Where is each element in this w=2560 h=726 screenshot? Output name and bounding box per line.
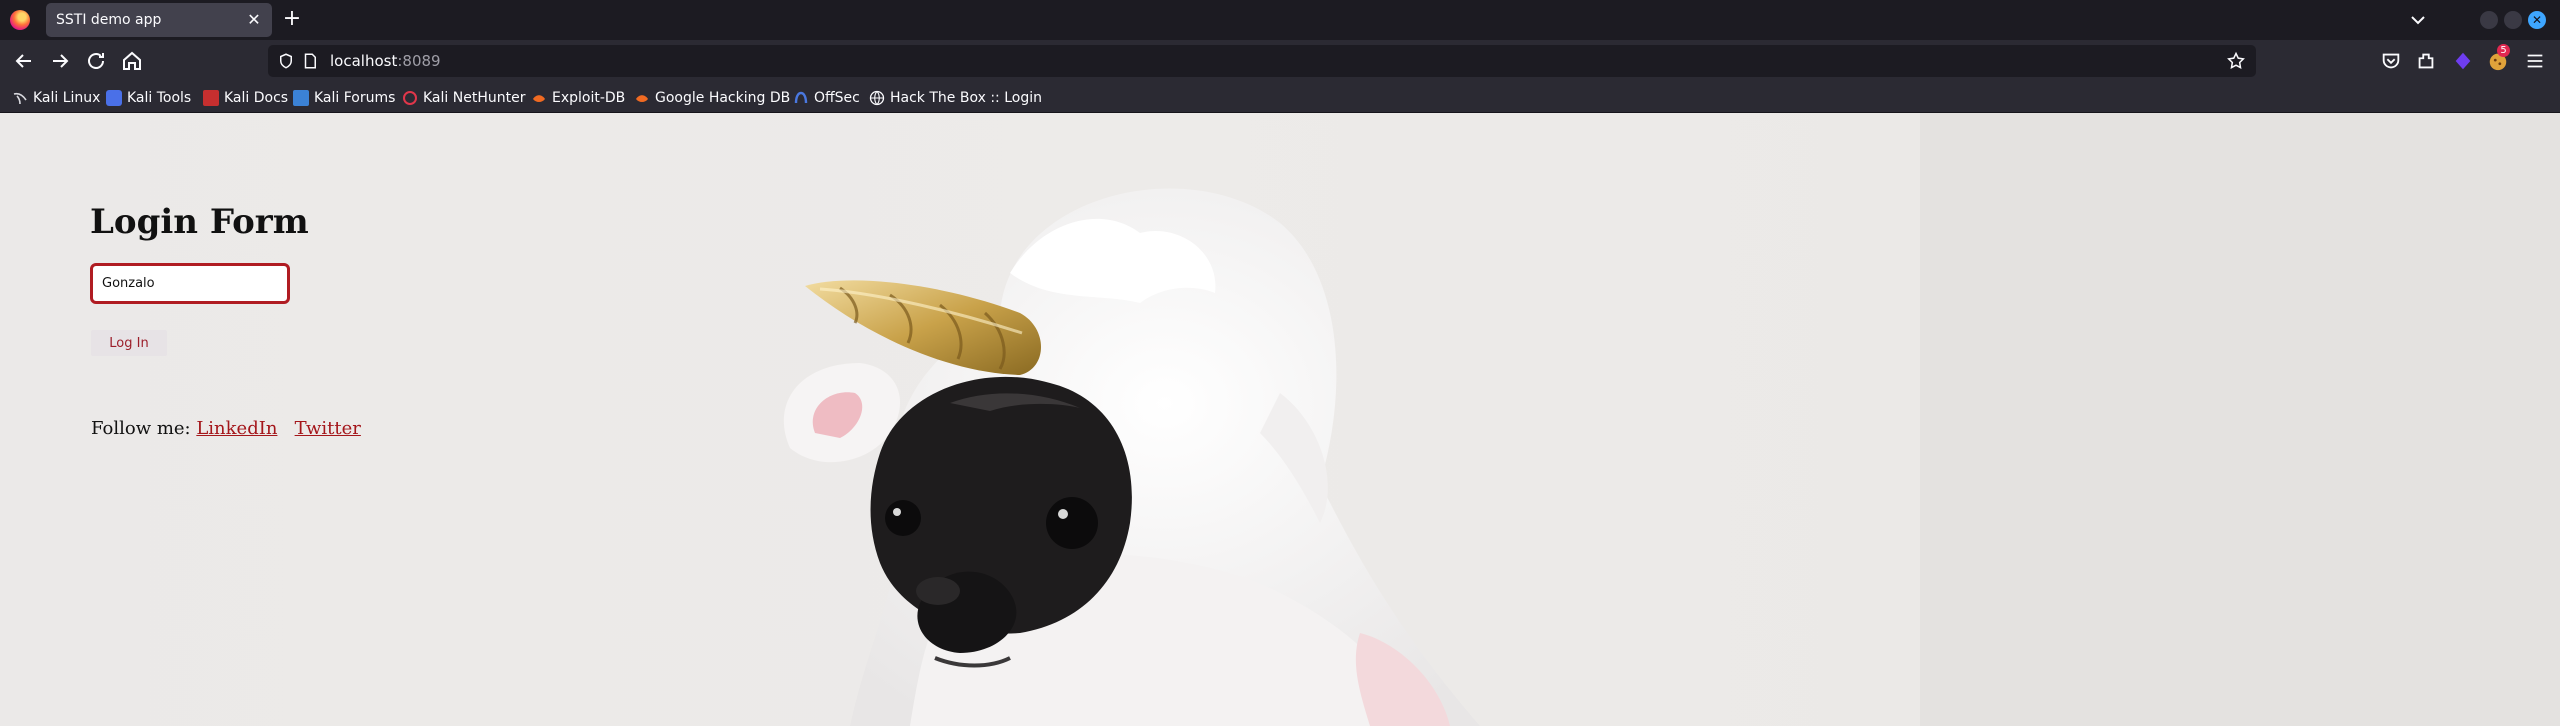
bookmark-label: Kali Docs [224, 90, 289, 106]
reload-icon[interactable] [84, 49, 108, 73]
bookmark-label: Hack The Box :: Login [890, 90, 1042, 106]
window-maximize-button[interactable] [2504, 11, 2522, 29]
extensions-icon[interactable] [2415, 50, 2437, 72]
bookmark-offsec[interactable]: OffSec [793, 88, 860, 108]
bookmark-label: Kali Linux [33, 90, 101, 106]
kali-docs-icon [203, 90, 219, 106]
pocket-icon[interactable] [2380, 50, 2402, 72]
tracking-shield-icon[interactable] [277, 52, 295, 70]
username-input[interactable] [90, 263, 290, 304]
log-in-button[interactable]: Log In [91, 330, 167, 356]
pug-unicorn-photo [783, 188, 1480, 726]
nethunter-icon [402, 90, 418, 106]
bookmark-label: Google Hacking DB [655, 90, 791, 106]
navigation-bar: localhost:8089 5 [0, 40, 2560, 82]
globe-icon [869, 90, 885, 106]
page-info-icon[interactable] [301, 52, 319, 70]
proxy-extension-icon[interactable] [2452, 50, 2474, 72]
tab-title: SSTI demo app [56, 12, 162, 28]
extension-badge: 5 [2497, 44, 2510, 57]
home-icon[interactable] [120, 49, 144, 73]
cookie-extension-icon[interactable]: 5 [2487, 44, 2510, 72]
bookmark-kali-docs[interactable]: Kali Docs [203, 88, 288, 108]
tab-list-chevron-icon[interactable] [2406, 8, 2430, 32]
ghdb-icon [634, 90, 650, 106]
url-host: localhost [330, 52, 398, 70]
login-form-title: Login Form [90, 202, 309, 242]
bookmark-star-icon[interactable] [2226, 51, 2246, 71]
kali-tools-icon [106, 90, 122, 106]
bookmark-label: Exploit-DB [552, 90, 626, 106]
window-minimize-button[interactable] [2480, 11, 2498, 29]
bookmark-hack-the-box[interactable]: Hack The Box :: Login [869, 88, 1042, 108]
bookmark-kali-forums[interactable]: Kali Forums [293, 88, 395, 108]
url-port: :8089 [397, 52, 441, 70]
forward-icon[interactable] [48, 49, 72, 73]
bookmark-label: Kali NetHunter [423, 90, 526, 106]
twitter-link[interactable]: Twitter [295, 418, 361, 439]
firefox-logo-icon[interactable] [10, 10, 30, 30]
kali-dragon-icon [12, 90, 28, 106]
page-content: Login Form Log In Follow me: LinkedIn Tw… [0, 113, 2560, 726]
address-bar[interactable]: localhost:8089 [268, 45, 2256, 77]
tab-bar: SSTI demo app ✕ + ✕ [0, 0, 2560, 40]
background-band [1920, 113, 2560, 726]
bookmark-label: Kali Forums [314, 90, 396, 106]
follow-me-line: Follow me: LinkedIn Twitter [91, 418, 361, 439]
bookmark-label: OffSec [814, 90, 860, 106]
exploit-db-icon [531, 90, 547, 106]
window-close-button[interactable]: ✕ [2528, 11, 2546, 29]
url-text[interactable]: localhost:8089 [330, 52, 441, 70]
kali-forums-icon [293, 90, 309, 106]
new-tab-button[interactable]: + [280, 8, 304, 32]
tab-active[interactable]: SSTI demo app ✕ [46, 3, 272, 37]
follow-me-label: Follow me: [91, 418, 191, 439]
bookmark-kali-linux[interactable]: Kali Linux [12, 88, 100, 108]
bookmark-label: Kali Tools [127, 90, 192, 106]
offsec-icon [793, 90, 809, 106]
linkedin-link[interactable]: LinkedIn [196, 418, 277, 439]
bookmark-kali-nethunter[interactable]: Kali NetHunter [402, 88, 525, 108]
bookmarks-bar: Kali Linux Kali Tools Kali Docs Kali For… [0, 82, 2560, 113]
tab-close-icon[interactable]: ✕ [244, 10, 264, 30]
back-icon[interactable] [12, 49, 36, 73]
bookmark-kali-tools[interactable]: Kali Tools [106, 88, 191, 108]
bookmark-exploit-db[interactable]: Exploit-DB [531, 88, 625, 108]
menu-icon[interactable] [2524, 50, 2546, 72]
bookmark-google-hacking-db[interactable]: Google Hacking DB [634, 88, 790, 108]
